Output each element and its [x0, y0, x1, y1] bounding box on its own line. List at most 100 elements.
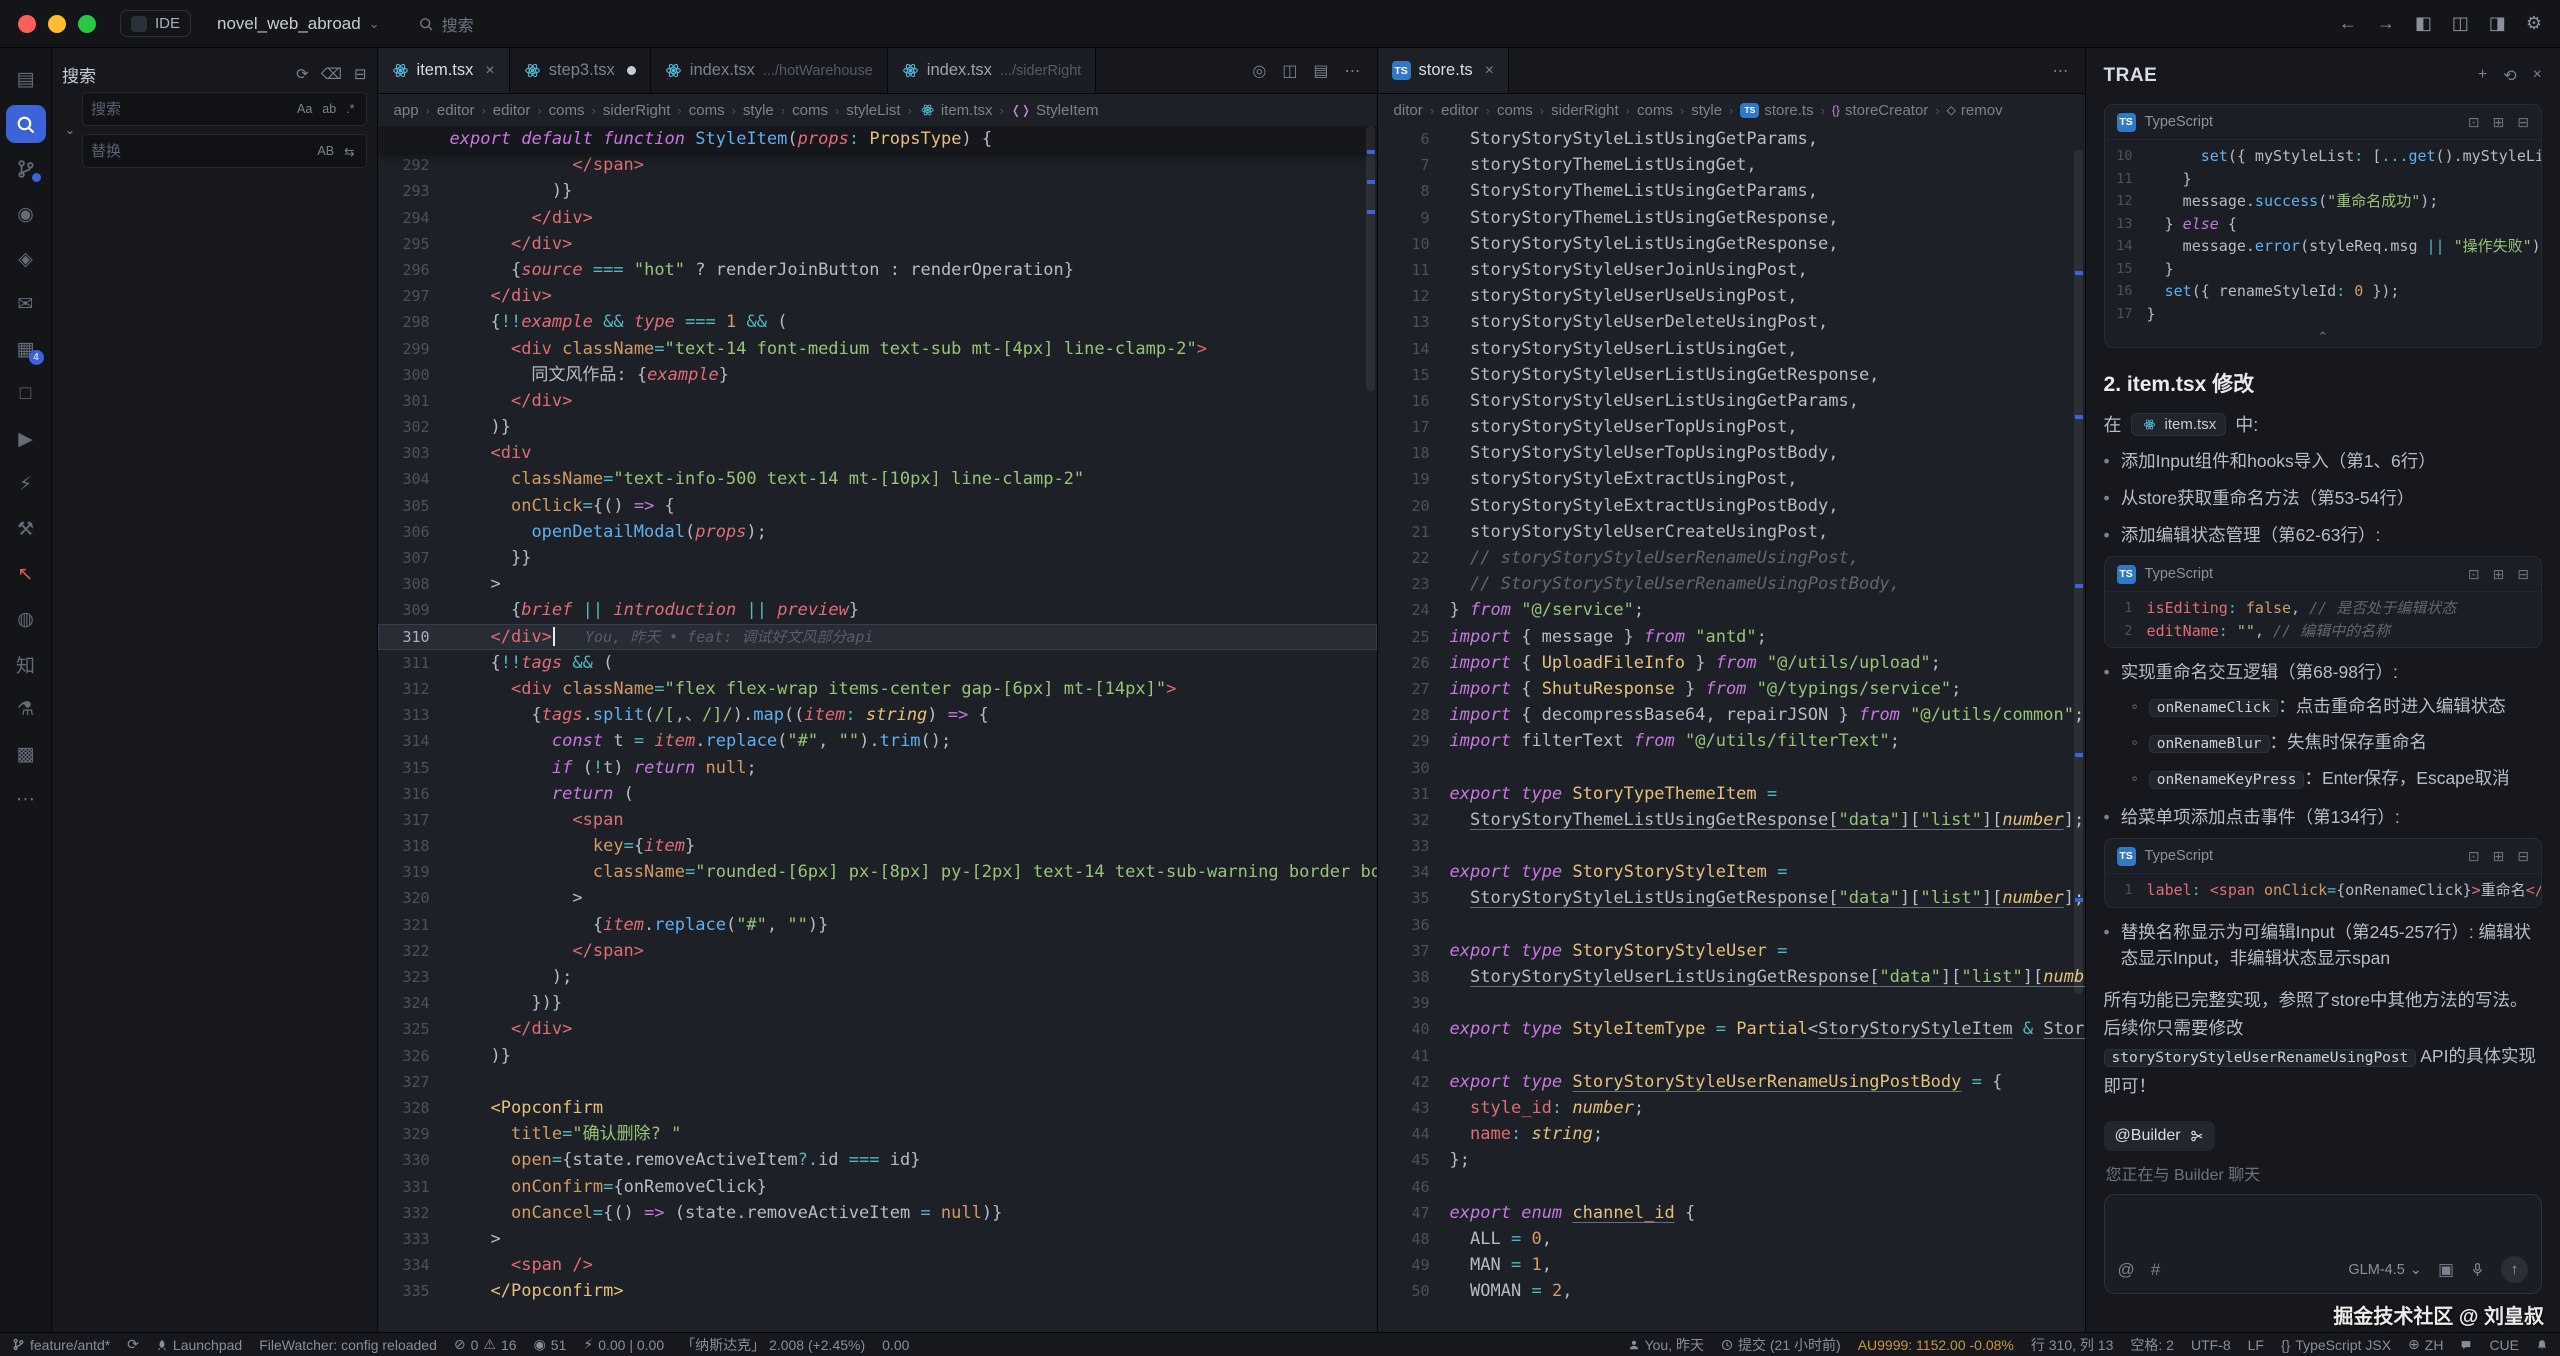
copy-icon[interactable]: ⊡ [2468, 848, 2480, 865]
breadcrumb-item[interactable]: style [1691, 102, 1722, 119]
code-line[interactable]: 300 同文风作品: {example} [378, 362, 1377, 388]
code-line[interactable]: 322 </span> [378, 938, 1377, 964]
open-in-editor-icon[interactable]: ⊟ [2517, 848, 2529, 865]
more-actions-icon[interactable]: ⋯ [2053, 61, 2069, 81]
breadcrumb-symbol[interactable]: {} storeCreator [1832, 102, 1928, 119]
collapse-all-icon[interactable]: ⊟ [354, 65, 367, 83]
code-line[interactable]: 32 StoryStoryThemeListUsingGetResponse["… [1378, 807, 2085, 833]
file-chip[interactable]: item.tsx [2131, 413, 2227, 436]
code-line[interactable]: 2editName: "", // 编辑中的名称 [2105, 620, 2541, 643]
sidebar-item-zhi[interactable]: 知 [6, 645, 46, 683]
sticky-scroll-line[interactable]: export default function StyleItem(props:… [378, 126, 1377, 152]
toggle-right-panel-button[interactable]: ◨ [2489, 13, 2506, 34]
code-line[interactable]: 330 open={state.removeActiveItem?.id ===… [378, 1147, 1377, 1173]
sidebar-item-comments[interactable]: ✉ [6, 285, 46, 323]
code-line[interactable]: 13 storyStoryStyleUserDeleteUsingPost, [1378, 309, 2085, 335]
code-line[interactable]: 8 StoryStoryThemeListUsingGetParams, [1378, 178, 2085, 204]
code-line[interactable]: 10 StoryStoryStyleListUsingGetResponse, [1378, 231, 2085, 257]
code-line[interactable]: 308 > [378, 571, 1377, 597]
breadcrumb-item[interactable]: siderRight [1551, 102, 1619, 119]
editor-scrollbar[interactable] [1364, 126, 1377, 1332]
code-line[interactable]: 1label: <span onClick={onRenameClick}>重命… [2105, 879, 2541, 902]
breadcrumb-item[interactable]: styleList [846, 102, 900, 119]
zoom-window-button[interactable] [78, 15, 96, 33]
close-window-button[interactable] [18, 15, 36, 33]
code-line[interactable]: 49 MAN = 1, [1378, 1252, 2085, 1278]
mic-icon[interactable] [2470, 1262, 2485, 1277]
code-line[interactable]: 309 {brief || introduction || preview} [378, 597, 1377, 623]
layout-icon[interactable]: ▤ [1313, 61, 1328, 81]
editor-1[interactable]: export default function StyleItem(props:… [378, 126, 1377, 1332]
breadcrumb-item[interactable]: app [394, 102, 419, 119]
scrollbar-thumb[interactable] [2074, 150, 2083, 994]
insert-icon[interactable]: ⊞ [2493, 848, 2505, 865]
zero-counter[interactable]: 0.00 [882, 1337, 909, 1353]
breadcrumb-item[interactable]: editor [1441, 102, 1479, 119]
breadcrumb-item[interactable]: coms [792, 102, 828, 119]
gold-price-status[interactable]: AU9999: 1152.00 -0.08% [1858, 1337, 2014, 1353]
code-line[interactable]: 304 className="text-info-500 text-14 mt-… [378, 466, 1377, 492]
code-line[interactable]: 329 title="确认删除? " [378, 1121, 1377, 1147]
code-line[interactable]: 22 // storyStoryStyleUserRenameUsingPost… [1378, 545, 2085, 571]
code-area[interactable]: 292 </span>293 )}294 </div>295 </div>296… [378, 152, 1377, 1332]
sidebar-item-search[interactable] [6, 105, 46, 143]
match-case-toggle[interactable]: Aa [294, 101, 315, 117]
code-line[interactable]: 324 })} [378, 990, 1377, 1016]
toggle-replace-button[interactable]: ⌄ [62, 92, 78, 168]
code-line[interactable]: 12 message.success("重命名成功"); [2105, 190, 2541, 213]
sidebar-item-tools[interactable]: ⚒ [6, 510, 46, 548]
mention-icon[interactable]: @ [2118, 1260, 2135, 1280]
code-line[interactable]: 18 StoryStoryStyleUserTopUsingPostBody, [1378, 440, 2085, 466]
code-line[interactable]: 7 storyStoryThemeListUsingGet, [1378, 152, 2085, 178]
sidebar-item-panel[interactable]: □ [6, 375, 46, 413]
code-line[interactable]: 23 // StoryStoryStyleUserRenameUsingPost… [1378, 571, 2085, 597]
problems-status[interactable]: ⊘0 ⚠16 [454, 1336, 517, 1353]
code-line[interactable]: 298 {!!example && type === 1 && ( [378, 309, 1377, 335]
code-line[interactable]: 37export type StoryStoryStyleUser = [1378, 938, 2085, 964]
hash-icon[interactable]: # [2151, 1260, 2160, 1280]
code-line[interactable]: 312 <div className="flex flex-wrap items… [378, 676, 1377, 702]
sidebar-item-source-control[interactable] [6, 150, 46, 188]
tab-store-ts[interactable]: TS store.ts × [1378, 48, 1509, 93]
code-line[interactable]: 318 key={item} [378, 833, 1377, 859]
code-line[interactable]: 21 storyStoryStyleUserCreateUsingPost, [1378, 519, 2085, 545]
code-line[interactable]: 14 message.error(styleReq.msg || "操作失败")… [2105, 235, 2541, 258]
more-actions-icon[interactable]: ⋯ [1345, 61, 1361, 81]
code-line[interactable]: 6 StoryStoryStyleListUsingGetParams, [1378, 126, 2085, 152]
code-line[interactable]: 16 StoryStoryStyleUserListUsingGetParams… [1378, 388, 2085, 414]
code-line[interactable]: 12 storyStoryStyleUserUseUsingPost, [1378, 283, 2085, 309]
insert-icon[interactable]: ⊞ [2493, 114, 2505, 131]
code-line[interactable]: 294 </div> [378, 205, 1377, 231]
code-line[interactable]: 43 style_id: number; [1378, 1095, 2085, 1121]
code-line[interactable]: 50 WOMAN = 2, [1378, 1278, 2085, 1304]
code-line[interactable]: 9 StoryStoryThemeListUsingGetResponse, [1378, 205, 2085, 231]
code-line[interactable]: 31export type StoryTypeThemeItem = [1378, 781, 2085, 807]
stock-ticker[interactable]: 「纳斯达克」 2.008 (+2.45%) [681, 1335, 865, 1355]
network-status[interactable]: ⚡ 0.00 | 0.00 [583, 1336, 664, 1353]
split-editor-icon[interactable]: ◫ [1282, 61, 1297, 81]
search-input[interactable] [91, 101, 290, 118]
open-in-editor-icon[interactable]: ⊟ [2517, 114, 2529, 131]
sidebar-item-globe[interactable]: ◍ [6, 600, 46, 638]
back-button[interactable]: ← [2339, 13, 2357, 34]
image-attach-icon[interactable]: ▣ [2438, 1260, 2454, 1280]
send-button[interactable]: ↑ [2501, 1256, 2528, 1283]
breadcrumb-item[interactable]: ditor [1394, 102, 1423, 119]
breadcrumb-file[interactable]: item.tsx [919, 102, 993, 119]
sidebar-item-more[interactable]: ⋯ [6, 780, 46, 818]
sidebar-item-calendar[interactable]: ▩ [6, 735, 46, 773]
code-line[interactable]: 15 StoryStoryStyleUserListUsingGetRespon… [1378, 362, 2085, 388]
breadcrumb-item[interactable]: style [743, 102, 774, 119]
language-mode-status[interactable]: {} TypeScript JSX [2281, 1337, 2391, 1353]
code-line[interactable]: 333 > [378, 1226, 1377, 1252]
sidebar-item-extensions[interactable]: ▦ 4 [6, 330, 46, 368]
breadcrumb-symbol[interactable]: ❬❭ StyleItem [1011, 102, 1099, 119]
close-icon[interactable]: × [485, 62, 494, 80]
code-line[interactable]: 320 > [378, 885, 1377, 911]
code-line[interactable]: 19 storyStoryStyleExtractUsingPost, [1378, 466, 2085, 492]
sidebar-item-test[interactable]: ⚗ [6, 690, 46, 728]
encoding-status[interactable]: UTF-8 [2191, 1337, 2231, 1353]
command-center-search[interactable]: 搜索 [406, 8, 486, 40]
compare-changes-icon[interactable]: ◎ [1252, 61, 1266, 81]
breadcrumb-file[interactable]: TS store.ts [1740, 102, 1813, 119]
